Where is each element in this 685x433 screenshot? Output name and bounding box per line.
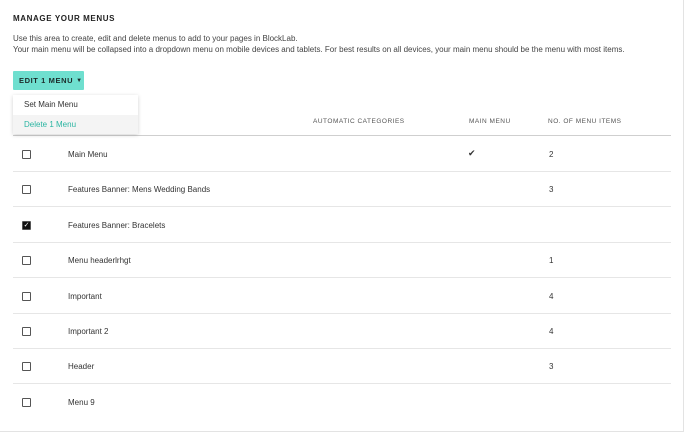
menu-item-count: 2 xyxy=(549,150,554,159)
column-header-main-menu: MAIN MENU xyxy=(469,118,511,125)
table-row[interactable]: ✓ Features Banner: Bracelets xyxy=(13,208,671,243)
caret-down-icon: ▼ xyxy=(76,77,83,84)
table-row[interactable]: Header 3 xyxy=(13,349,671,385)
menu-name: Main Menu xyxy=(68,150,108,159)
row-checkbox[interactable] xyxy=(22,397,31,407)
row-checkbox[interactable] xyxy=(22,362,31,372)
table-row[interactable]: Menu headerlrhgt 1 xyxy=(13,243,671,279)
edit-menu-dropdown: Set Main Menu Delete 1 Menu xyxy=(13,95,138,134)
menu-name: Features Banner: Bracelets xyxy=(68,220,166,230)
menu-item-count: 4 xyxy=(549,327,554,336)
menu-item-count: 4 xyxy=(549,291,554,301)
row-checkbox[interactable]: ✓ xyxy=(22,220,31,230)
table-row[interactable]: Main Menu ✔ 2 xyxy=(13,137,671,172)
row-checkbox[interactable] xyxy=(22,256,31,266)
table-row[interactable]: Features Banner: Mens Wedding Bands 3 xyxy=(13,172,671,208)
set-main-menu-option[interactable]: Set Main Menu xyxy=(13,95,138,114)
description-line-2: Your main menu will be collapsed into a … xyxy=(13,45,625,54)
checkmark-icon: ✔ xyxy=(468,148,476,158)
menu-item-count: 3 xyxy=(549,185,554,195)
menu-name: Menu headerlrhgt xyxy=(68,256,131,266)
table-row[interactable]: Menu 9 xyxy=(13,385,671,420)
table-header-divider xyxy=(13,135,671,136)
page-title: MANAGE YOUR MENUS xyxy=(13,14,116,23)
menu-item-count: 3 xyxy=(549,362,554,372)
menu-name: Menu 9 xyxy=(68,397,95,407)
edit-menu-button[interactable]: EDIT 1 MENU ▼ xyxy=(13,71,84,90)
row-checkbox[interactable] xyxy=(22,291,31,301)
menu-name: Important 2 xyxy=(68,327,109,336)
row-checkbox[interactable] xyxy=(22,185,31,195)
table-row[interactable]: Important 4 xyxy=(13,279,671,314)
description-line-1: Use this area to create, edit and delete… xyxy=(13,34,298,43)
menu-name: Features Banner: Mens Wedding Bands xyxy=(68,185,211,195)
menu-name: Header xyxy=(68,362,95,372)
row-checkbox[interactable] xyxy=(22,327,31,336)
table-row[interactable]: Important 2 4 xyxy=(13,314,671,349)
column-header-automatic-categories: AUTOMATIC CATEGORIES xyxy=(313,118,405,125)
delete-menu-option[interactable]: Delete 1 Menu xyxy=(13,115,138,134)
row-checkbox[interactable] xyxy=(22,150,31,159)
column-header-menu-items: NO. OF MENU ITEMS xyxy=(548,118,622,125)
menu-item-count: 1 xyxy=(549,256,554,266)
edit-menu-label: EDIT 1 MENU xyxy=(19,76,74,85)
menu-name: Important xyxy=(68,291,102,301)
